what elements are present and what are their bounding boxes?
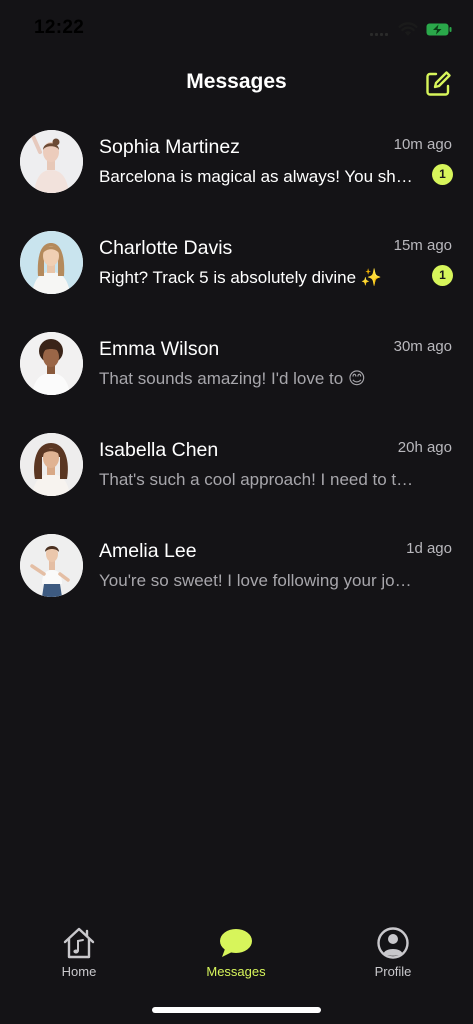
avatar: [20, 534, 83, 597]
contact-name: Amelia Lee: [99, 540, 197, 562]
message-preview: Right? Track 5 is absolutely divine ✨: [99, 268, 382, 287]
home-indicator: [152, 1007, 321, 1013]
message-preview: You're so sweet! I love following your j…: [99, 571, 417, 590]
timestamp: 10m ago: [393, 136, 452, 153]
unread-badge: 1: [432, 164, 453, 185]
header: Messages: [0, 60, 473, 108]
message-preview: That's such a cool approach! I need to t…: [99, 470, 417, 489]
contact-name: Emma Wilson: [99, 338, 220, 360]
profile-icon: [377, 927, 409, 959]
compose-icon[interactable]: [422, 68, 454, 100]
timestamp: 1d ago: [406, 540, 452, 557]
conversation-item[interactable]: Amelia Lee 1d ago You're so sweet! I lov…: [0, 526, 473, 627]
unread-badge: 1: [432, 265, 453, 286]
avatar: [20, 231, 83, 294]
timestamp: 30m ago: [393, 338, 452, 355]
conversation-list: Sophia Martinez 10m ago Barcelona is mag…: [0, 122, 473, 627]
message-preview: That sounds amazing! I'd love to 😊: [99, 369, 366, 388]
tab-messages[interactable]: Messages: [181, 926, 291, 986]
status-bar: 12:22: [0, 0, 473, 56]
tab-label: Messages: [206, 964, 266, 979]
avatar: [20, 130, 83, 193]
battery-charging-icon: [426, 23, 452, 36]
avatar: [20, 332, 83, 395]
status-time: 12:22: [34, 17, 85, 38]
tab-label: Profile: [374, 964, 412, 979]
conversation-item[interactable]: Isabella Chen 20h ago That's such a cool…: [0, 425, 473, 526]
tab-home[interactable]: Home: [24, 926, 134, 986]
chat-bubble-icon: [220, 929, 252, 957]
page-title: Messages: [186, 70, 287, 93]
timestamp: 15m ago: [393, 237, 452, 254]
tab-label: Home: [61, 964, 97, 979]
tab-profile[interactable]: Profile: [338, 926, 448, 986]
conversation-item[interactable]: Emma Wilson 30m ago That sounds amazing!…: [0, 324, 473, 425]
contact-name: Charlotte Davis: [99, 237, 233, 259]
message-preview: Barcelona is magical as always! You shou…: [99, 167, 417, 186]
avatar: [20, 433, 83, 496]
home-music-icon: [63, 927, 95, 959]
contact-name: Sophia Martinez: [99, 136, 240, 158]
conversation-item[interactable]: Sophia Martinez 10m ago Barcelona is mag…: [0, 122, 473, 223]
conversation-item[interactable]: Charlotte Davis 15m ago Right? Track 5 i…: [0, 223, 473, 324]
contact-name: Isabella Chen: [99, 439, 219, 461]
wifi-icon: [398, 22, 418, 36]
timestamp: 20h ago: [397, 439, 452, 456]
cellular-signal-icon: [370, 30, 392, 36]
